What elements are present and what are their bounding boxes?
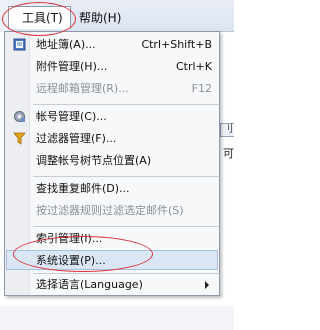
menu-item-label: 按过滤器规则过滤选定邮件(S): [36, 204, 184, 217]
account-settings-icon: [14, 111, 25, 122]
menu-item-label: 附件管理(H)...: [36, 60, 108, 73]
background-tab: 刂: [220, 123, 234, 137]
menu-item-shortcut: Ctrl+Shift+B: [141, 38, 212, 51]
filter-icon: [13, 132, 26, 145]
menu-item-shortcut: F12: [191, 82, 212, 95]
address-book-icon: [13, 38, 26, 51]
menu-help[interactable]: 帮助(H): [79, 7, 121, 29]
menu-separator: [33, 273, 219, 274]
annotation-ellipse-settings: [13, 236, 153, 272]
menu-item-label: 调整帐号树节点位置(A): [36, 154, 152, 167]
menu-item-label: 查找重复邮件(D)...: [36, 182, 130, 195]
background-text: 可: [223, 147, 234, 160]
menu-separator: [33, 226, 219, 227]
menu-item-account-tree[interactable]: 调整帐号树节点位置(A): [6, 151, 218, 171]
menu-item-language[interactable]: 选择语言(Language): [6, 275, 218, 295]
menu-item-label: 选择语言(Language): [36, 278, 143, 291]
background-panel: [0, 306, 234, 330]
menu-item-accounts[interactable]: 帐号管理(C)...: [6, 107, 218, 127]
menu-item-filter-selected: 按过滤器规则过滤选定邮件(S): [6, 201, 218, 221]
menu-item-remote-mailbox: 远程邮箱管理(R)... F12: [6, 79, 218, 99]
menu-item-label: 地址簿(A)...: [36, 38, 96, 51]
annotation-ellipse-tools: [2, 2, 76, 36]
menu-item-find-duplicates[interactable]: 查找重复邮件(D)...: [6, 179, 218, 199]
menu-item-label: 过滤器管理(F)...: [36, 132, 117, 145]
menu-item-shortcut: Ctrl+K: [175, 60, 212, 73]
menu-item-address-book[interactable]: 地址簿(A)... Ctrl+Shift+B: [6, 35, 218, 55]
menu-separator: [33, 104, 219, 105]
submenu-arrow-icon: [205, 281, 209, 289]
menu-item-filters[interactable]: 过滤器管理(F)...: [6, 129, 218, 149]
menu-item-attachments[interactable]: 附件管理(H)... Ctrl+K: [6, 57, 218, 77]
menu-separator: [33, 176, 219, 177]
menu-item-label: 远程邮箱管理(R)...: [36, 82, 129, 95]
menu-item-label: 帐号管理(C)...: [36, 110, 107, 123]
